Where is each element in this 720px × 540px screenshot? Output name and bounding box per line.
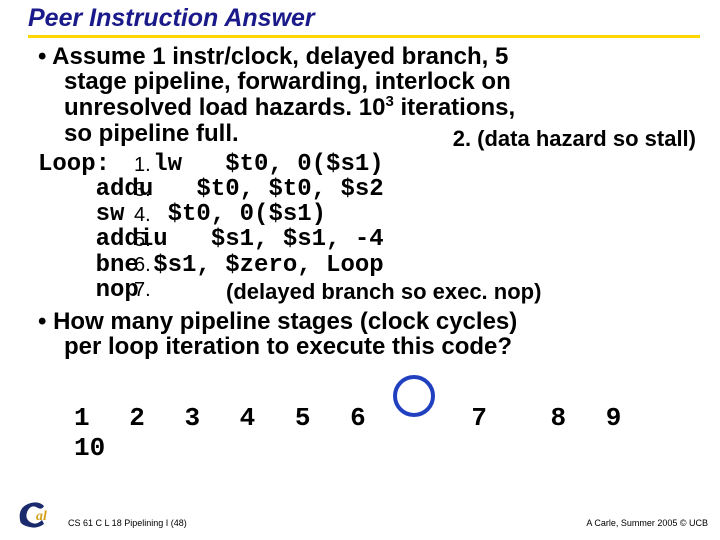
cal-logo: al (14, 496, 60, 530)
answer-5: 5 (295, 403, 311, 433)
stage-1: 1. (134, 154, 151, 177)
answer-3: 3 (184, 403, 200, 433)
paragraph-2: • How many pipeline stages (clock cycles… (28, 309, 700, 359)
para1-line3-b: iterations, (394, 94, 515, 121)
answer-4: 4 (240, 403, 256, 433)
stage-3: 3. (134, 179, 151, 202)
code-block: 2. (data hazard so stall) Loop: lw $t0, … (38, 152, 700, 303)
answer-7-text: 7 (471, 403, 487, 433)
answer-circle (393, 375, 435, 417)
answer-8: 8 (551, 403, 567, 433)
annotation-hazard: 2. (data hazard so stall) (453, 126, 696, 152)
title-underline (28, 35, 700, 38)
stage-4: 4. (134, 204, 151, 227)
answer-10: 10 (74, 433, 105, 463)
para1-line1: • Assume 1 instr/clock, delayed branch, … (38, 44, 700, 69)
para1-line3: unresolved load hazards. 103 iterations, (64, 94, 700, 120)
para1-line2: stage pipeline, forwarding, interlock on (64, 69, 700, 94)
annotation-nop: (delayed branch so exec. nop) (226, 279, 541, 305)
stage-7: 7. (134, 279, 151, 302)
answer-9: 9 (606, 403, 622, 433)
para1-line3-a: unresolved load hazards. 10 (64, 94, 385, 121)
answer-6: 6 (350, 403, 366, 433)
para2-line1: • How many pipeline stages (clock cycles… (38, 309, 700, 334)
stage-6: 6. (134, 254, 151, 277)
answer-row: 1 2 3 4 5 6 7 8 9 10 (74, 383, 700, 463)
stage-5: 5. (134, 229, 151, 252)
answer-7: 7 (405, 383, 511, 433)
answer-1: 1 (74, 403, 90, 433)
slide-title: Peer Instruction Answer (28, 4, 700, 33)
footer-right-text: A Carle, Summer 2005 © UCB (586, 518, 708, 528)
footer: al CS 61 C L 18 Pipelining I (48) A Carl… (0, 496, 720, 530)
para1-line3-sup: 3 (385, 93, 393, 110)
answer-2: 2 (129, 403, 145, 433)
footer-left-text: CS 61 C L 18 Pipelining I (48) (68, 518, 187, 528)
svg-text:al: al (36, 509, 47, 524)
para2-line2: per loop iteration to execute this code? (64, 334, 700, 359)
